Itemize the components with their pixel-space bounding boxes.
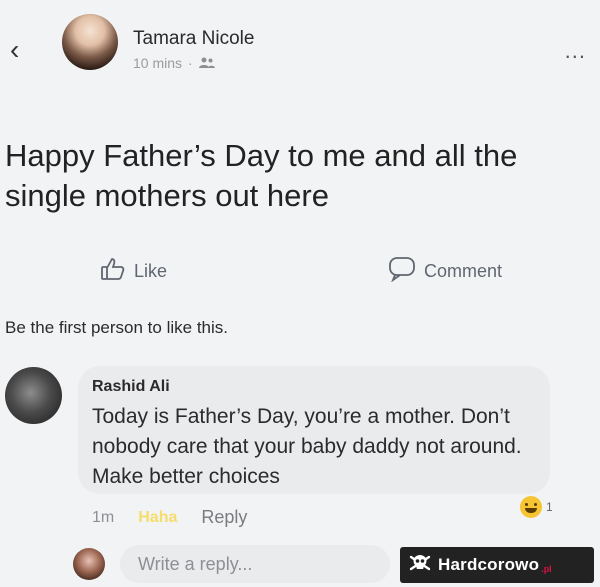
thumbs-up-icon bbox=[100, 256, 126, 287]
comment-author-name[interactable]: Rashid Ali bbox=[92, 378, 170, 396]
post-text: Happy Father’s Day to me and all the sin… bbox=[5, 138, 518, 213]
comment-label: Comment bbox=[424, 261, 503, 281]
watermark-text: Hardcorowo bbox=[438, 555, 540, 574]
like-label: Like bbox=[134, 261, 168, 281]
like-button[interactable]: Like bbox=[100, 256, 167, 287]
comment-reaction-count[interactable]: 1 bbox=[520, 496, 553, 518]
write-reply-input[interactable] bbox=[120, 545, 390, 583]
post-meta: 10 mins · bbox=[133, 55, 215, 71]
more-options-icon[interactable]: ... bbox=[565, 38, 586, 64]
comment-text: Today is Father’s Day, you’re a mother. … bbox=[92, 405, 522, 488]
skull-logo-icon bbox=[408, 551, 432, 580]
watermark-suffix: .pl bbox=[541, 564, 552, 574]
reaction-count: 1 bbox=[546, 500, 553, 514]
reply-link[interactable]: Reply bbox=[201, 507, 247, 528]
comment-button[interactable]: Comment bbox=[388, 256, 502, 287]
meta-separator: · bbox=[188, 55, 193, 71]
post-author-name[interactable]: Tamara Nicole bbox=[133, 28, 254, 50]
comment-actions: 1m Haha Reply bbox=[92, 507, 247, 528]
haha-emoji-icon bbox=[520, 496, 542, 518]
friends-audience-icon bbox=[198, 57, 215, 69]
likes-summary: Be the first person to like this. bbox=[5, 318, 228, 337]
back-chevron-icon[interactable]: ‹ bbox=[10, 36, 19, 64]
hardcorowo-watermark: Hardcorowo .pl bbox=[400, 547, 594, 583]
commenter-avatar[interactable] bbox=[5, 367, 62, 424]
comment-bubble-icon bbox=[388, 256, 416, 287]
comment-time: 1m bbox=[92, 508, 115, 526]
author-avatar[interactable] bbox=[62, 14, 118, 70]
post-time[interactable]: 10 mins bbox=[133, 55, 182, 71]
haha-reaction-link[interactable]: Haha bbox=[138, 509, 177, 527]
current-user-avatar bbox=[73, 548, 105, 580]
